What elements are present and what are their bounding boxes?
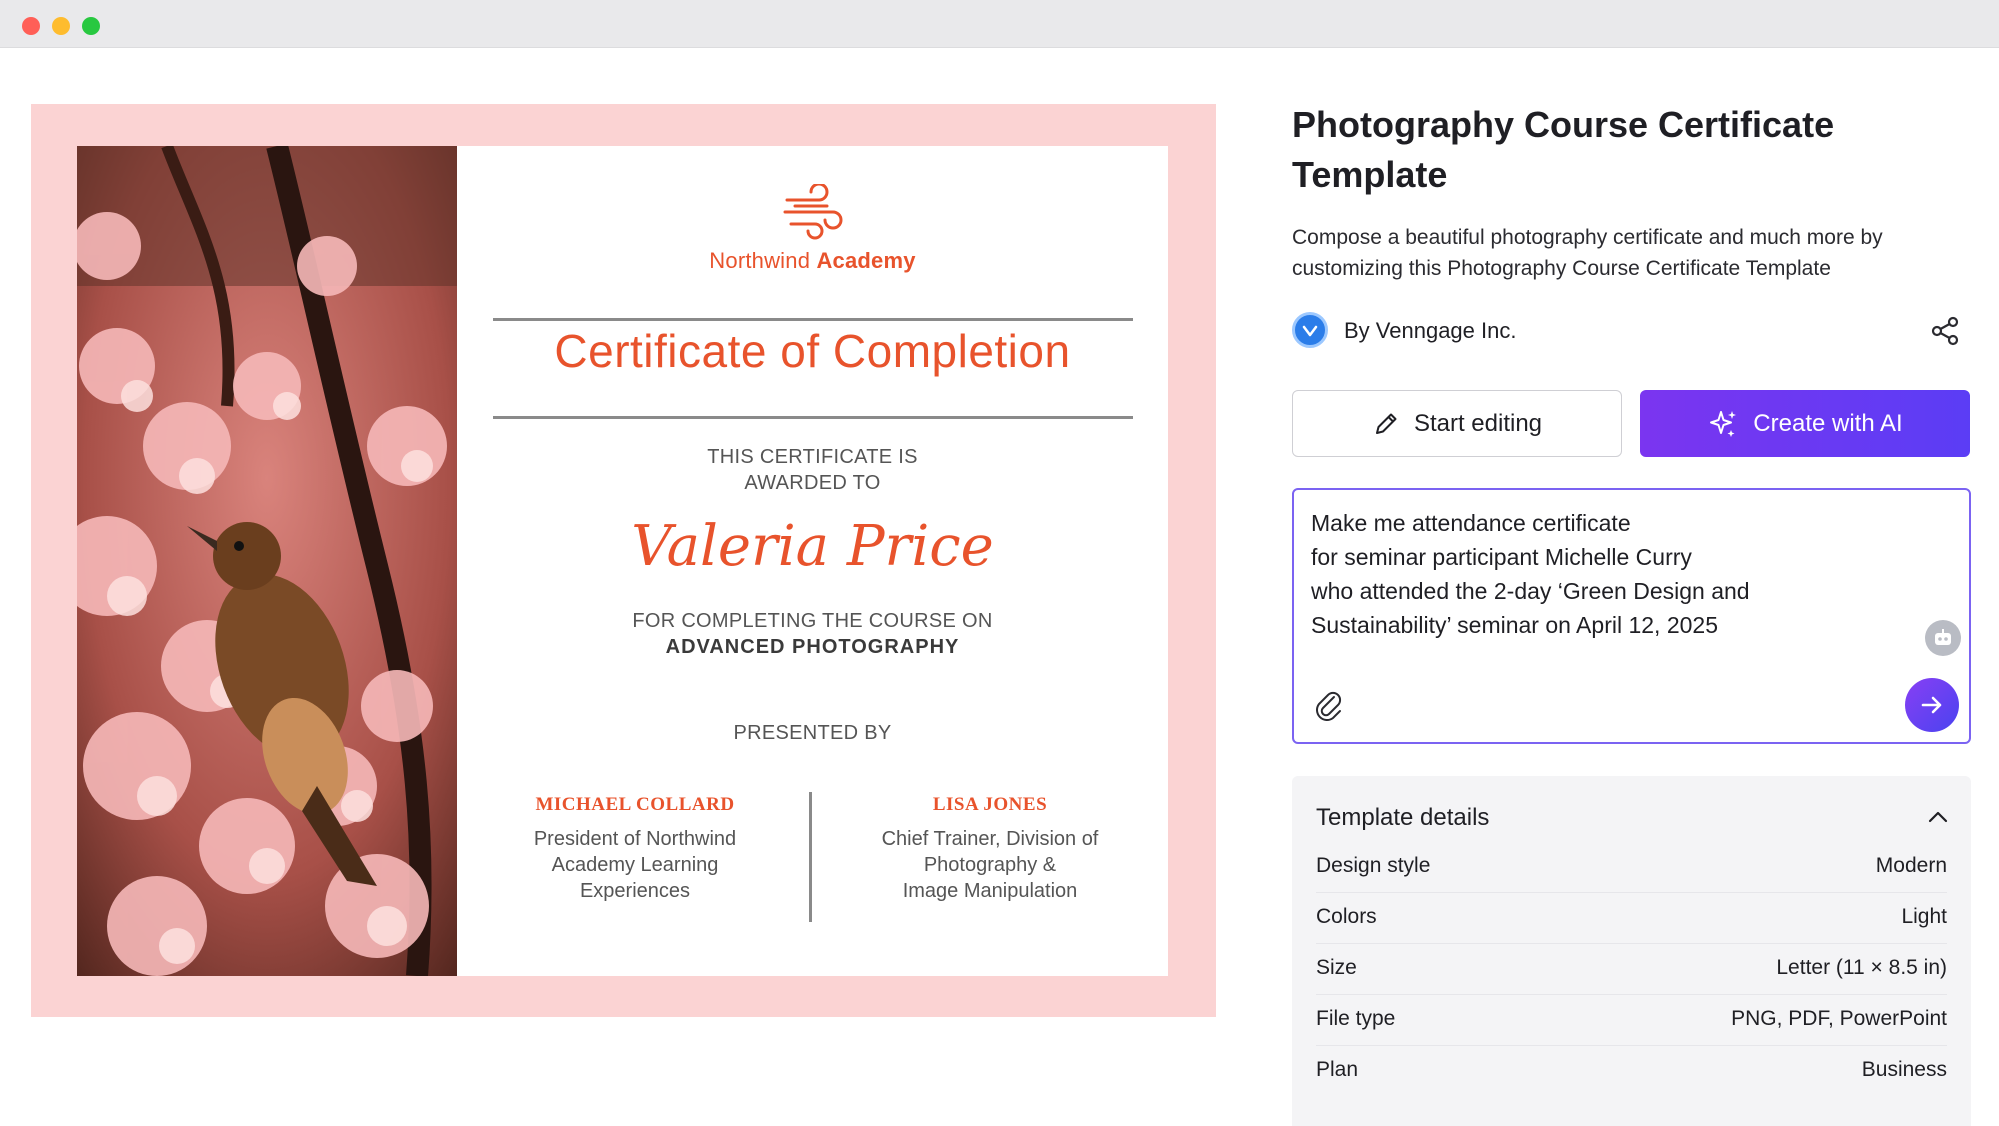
northwind-logo: Northwind Academy xyxy=(457,184,1168,274)
template-info-panel: Photography Course Certificate Template … xyxy=(1292,100,1972,1126)
author-byline: By Venngage Inc. xyxy=(1292,310,1972,350)
detail-row-colors: Colors Light xyxy=(1316,893,1947,944)
signer-right: LISA JONES Chief Trainer, Division of Ph… xyxy=(840,794,1140,904)
minimize-window-button[interactable] xyxy=(52,17,70,35)
maximize-window-button[interactable] xyxy=(82,17,100,35)
ai-prompt-box[interactable]: Make me attendance certificate for semin… xyxy=(1292,488,1971,744)
course-name: ADVANCED PHOTOGRAPHY xyxy=(665,636,960,658)
pencil-icon xyxy=(1375,413,1397,434)
prompt-input[interactable]: Make me attendance certificate for semin… xyxy=(1311,506,1911,642)
title-divider xyxy=(493,416,1133,419)
author-badge-icon xyxy=(1302,325,1318,337)
certificate-preview[interactable]: Northwind Academy Certificate of Complet… xyxy=(31,104,1216,1017)
start-editing-label: Start editing xyxy=(1413,409,1543,437)
certificate-paper: Northwind Academy Certificate of Complet… xyxy=(457,146,1168,976)
signer-left: MICHAEL COLLARD President of Northwind A… xyxy=(485,794,785,904)
detail-row-plan: Plan Business xyxy=(1316,1058,1947,1081)
template-details-card: Template details Design style Modern Col… xyxy=(1292,776,1971,1126)
recipient-name: Valeria Price xyxy=(631,514,994,579)
create-with-ai-button[interactable]: Create with AI xyxy=(1640,390,1970,457)
template-description: Compose a beautiful photography certific… xyxy=(1292,226,1883,280)
signer-divider xyxy=(809,792,812,922)
awarded-text: THIS CERTIFICATE IS AWARDED TO xyxy=(707,446,918,494)
template-details-heading: Template details xyxy=(1316,804,1490,831)
chevron-up-icon[interactable] xyxy=(1927,810,1949,824)
send-button[interactable] xyxy=(1905,678,1959,732)
detail-row-file-type: File type PNG, PDF, PowerPoint xyxy=(1316,995,1947,1046)
author-name[interactable]: By Venngage Inc. xyxy=(1344,318,1516,344)
detail-row-size: Size Letter (11 × 8.5 in) xyxy=(1316,944,1947,995)
brand-name: Northwind Academy xyxy=(709,248,916,273)
share-icon[interactable] xyxy=(1930,316,1960,346)
wind-logo-icon xyxy=(783,184,842,240)
presented-by-label: PRESENTED BY xyxy=(733,722,892,744)
start-editing-button[interactable]: Start editing xyxy=(1292,390,1622,457)
window-titlebar xyxy=(0,0,1999,48)
sparkles-icon xyxy=(1710,410,1737,437)
author-avatar[interactable] xyxy=(1292,312,1328,348)
certificate-title: Certificate of Completion xyxy=(554,325,1071,377)
signer-name: LISA JONES xyxy=(932,794,1048,815)
signer-role: Chief Trainer, Division of Photography &… xyxy=(881,828,1099,902)
close-window-button[interactable] xyxy=(22,17,40,35)
signer-role: President of Northwind Academy Learning … xyxy=(533,828,737,902)
top-divider xyxy=(493,318,1133,321)
arrow-right-icon xyxy=(1921,696,1942,714)
cherry-blossom-bird-photo xyxy=(77,146,457,976)
course-text: FOR COMPLETING THE COURSE ON ADVANCED PH… xyxy=(457,608,1168,660)
detail-row-design-style: Design style Modern xyxy=(1316,842,1947,893)
create-with-ai-label: Create with AI xyxy=(1753,409,1903,437)
signer-name: MICHAEL COLLARD xyxy=(535,794,735,815)
bot-icon[interactable] xyxy=(1925,620,1961,656)
page-title: Photography Course Certificate Template xyxy=(1292,104,1835,195)
paperclip-icon[interactable] xyxy=(1314,688,1344,722)
